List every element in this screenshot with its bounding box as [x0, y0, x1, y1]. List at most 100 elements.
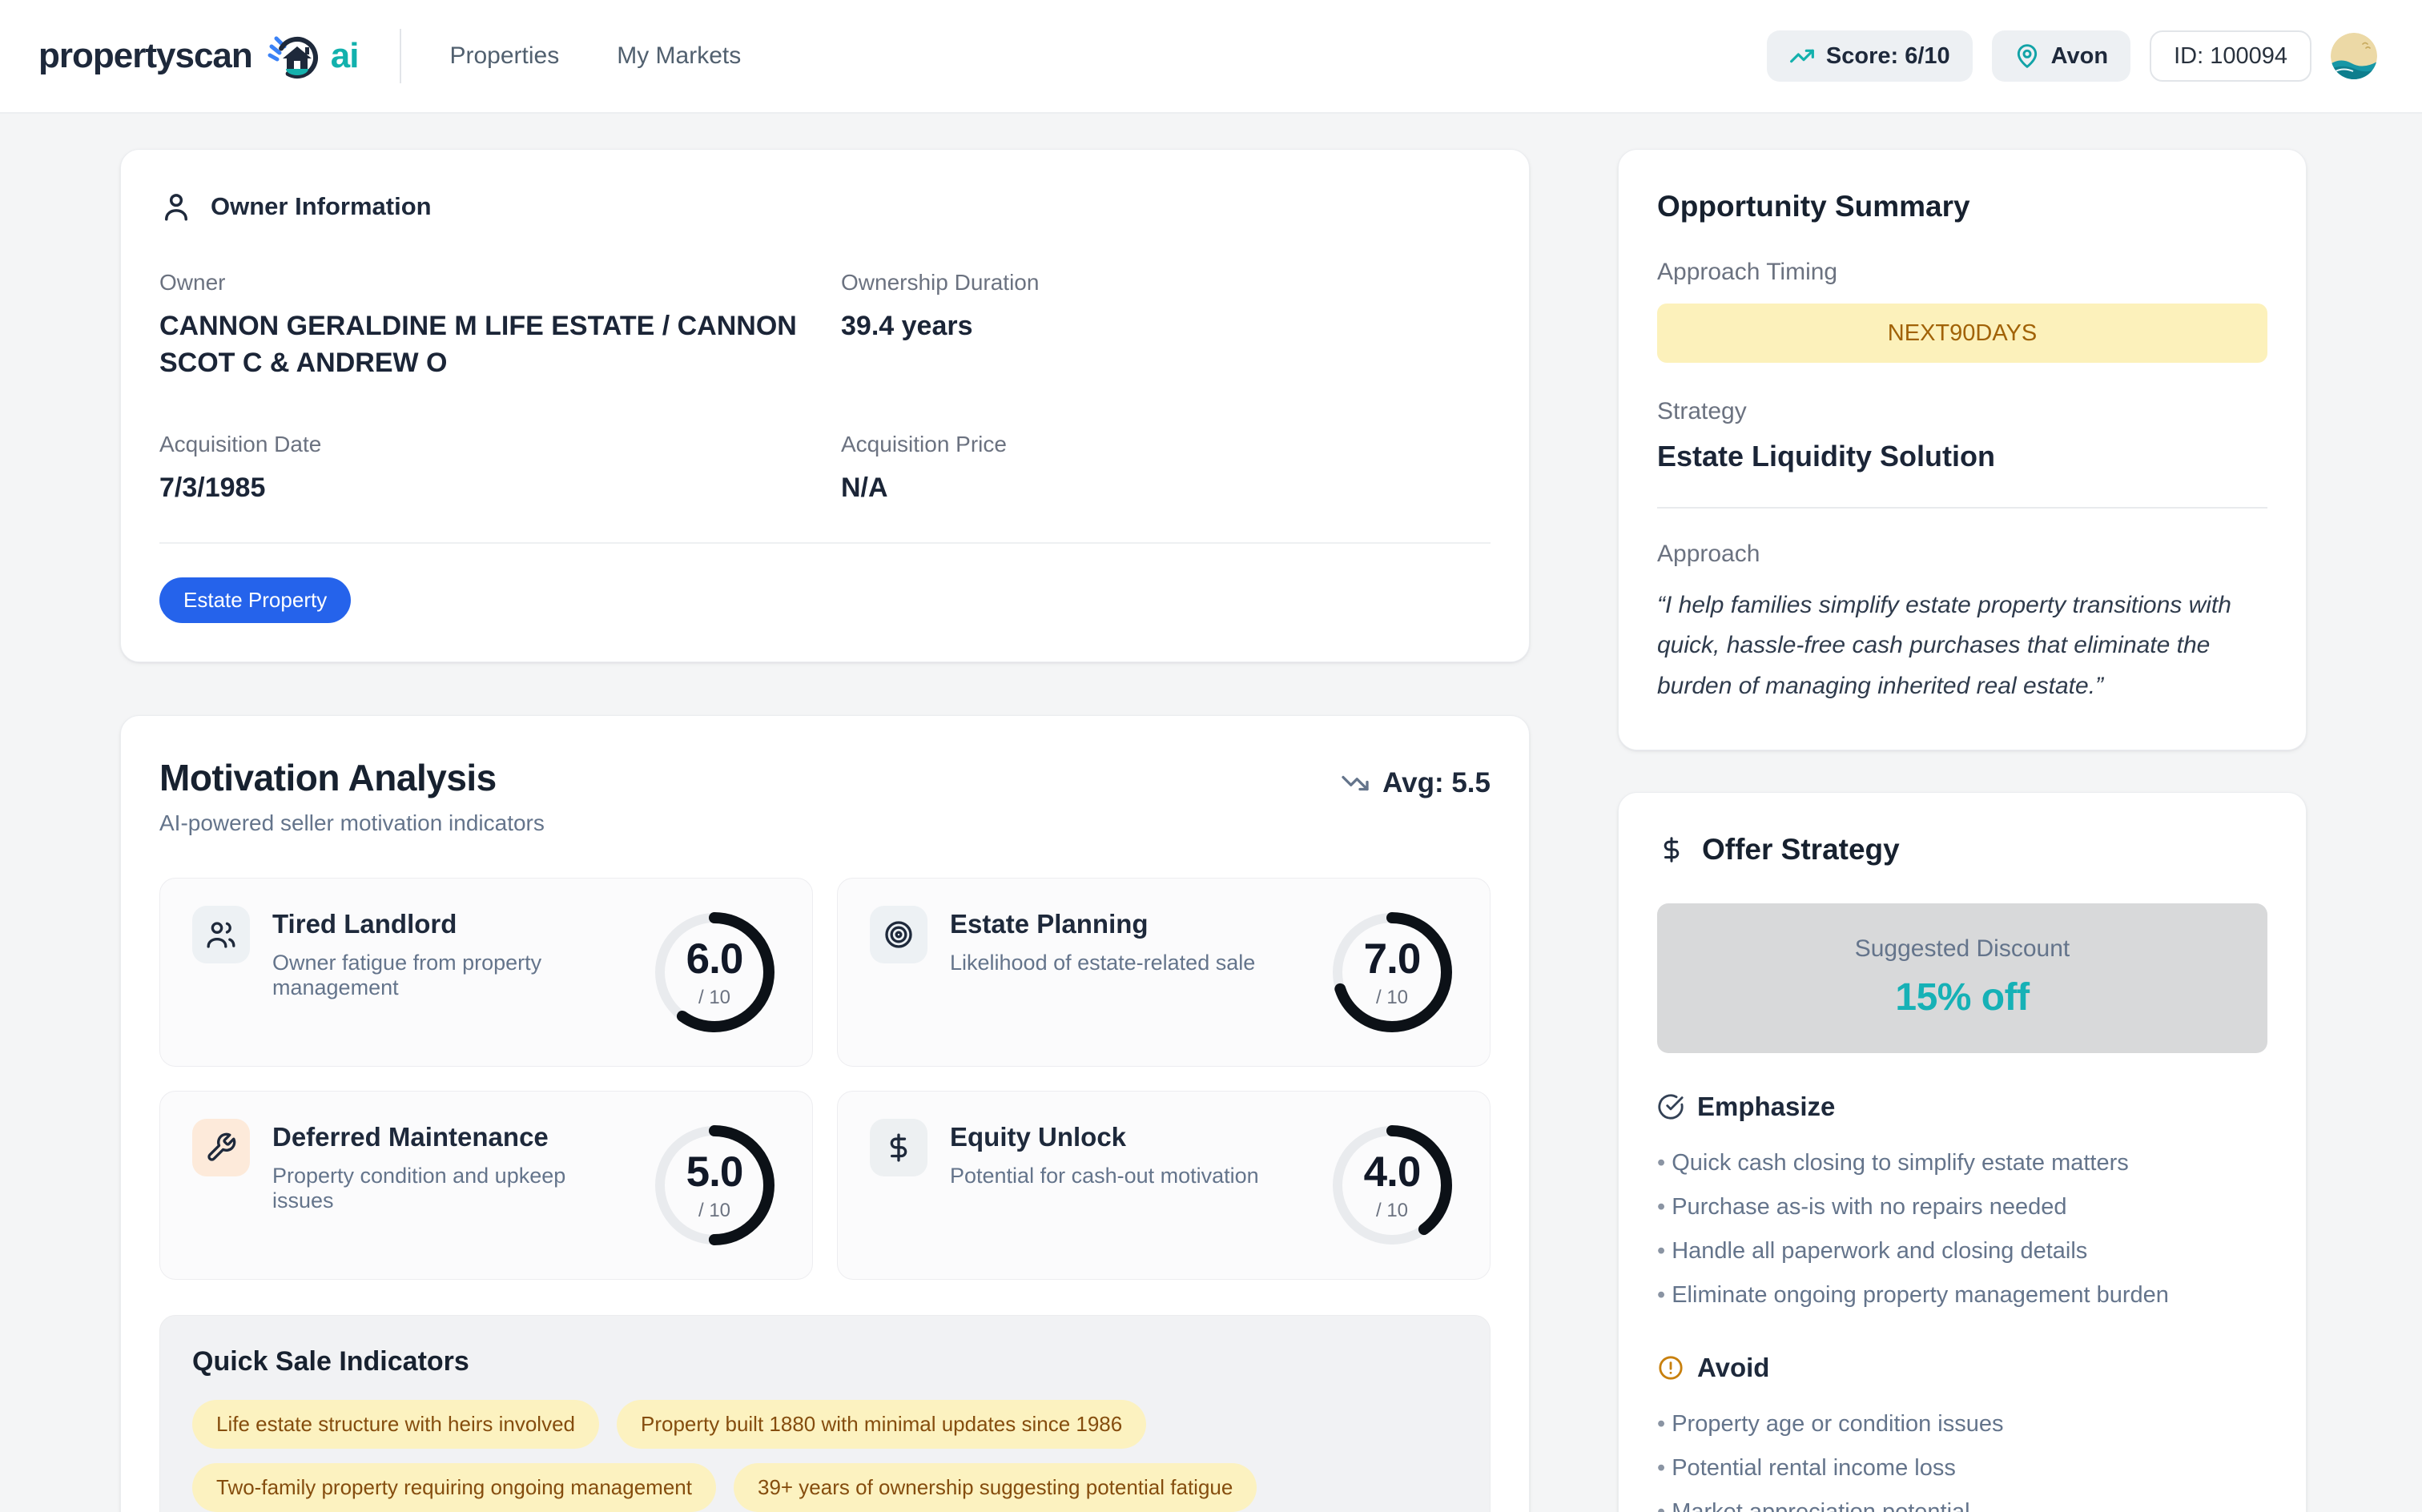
discount-label: Suggested Discount: [1673, 935, 2251, 963]
trending-down-icon: [1341, 769, 1370, 798]
score-gauge: 6.0 / 10: [649, 907, 780, 1038]
avoid-list: Property age or condition issues Potenti…: [1657, 1402, 2267, 1512]
score-gauge: 4.0 / 10: [1326, 1120, 1458, 1251]
estate-property-badge: Estate Property: [159, 577, 351, 623]
brand-logo[interactable]: propertyscan ai: [38, 27, 358, 85]
avoid-title: Avoid: [1697, 1353, 1769, 1383]
score-gauge: 7.0 / 10: [1326, 907, 1458, 1038]
field-value: 39.4 years: [841, 308, 1491, 345]
quick-sale-pill: Life estate structure with heirs involve…: [192, 1400, 599, 1449]
score-chip-label: Score: 6/10: [1826, 43, 1950, 70]
approach-quote: “I help families simplify estate propert…: [1657, 585, 2267, 706]
indicator-name: Deferred Maintenance: [272, 1122, 626, 1152]
emphasize-item: Eliminate ongoing property management bu…: [1657, 1273, 2267, 1317]
top-nav-bar: propertyscan ai Properties My Markets Sc…: [0, 0, 2422, 114]
indicator-name: Estate Planning: [950, 909, 1304, 939]
score-gauge: 5.0 / 10: [649, 1120, 780, 1251]
indicator-text: Equity Unlock Potential for cash-out mot…: [950, 1119, 1304, 1188]
trending-up-icon: [1789, 43, 1815, 69]
indicator-icon-box: [192, 906, 250, 963]
avatar-image: [2331, 33, 2377, 79]
gauge-denominator: / 10: [698, 987, 730, 1009]
divider: [159, 542, 1491, 544]
left-column: Owner Information Owner CANNON GERALDINE…: [120, 149, 1530, 1512]
emphasize-item: Handle all paperwork and closing details: [1657, 1229, 2267, 1273]
avoid-item: Market appreciation potential: [1657, 1490, 2267, 1512]
indicator-text: Deferred Maintenance Property condition …: [272, 1119, 626, 1213]
indicator-deferred-maintenance: Deferred Maintenance Property condition …: [159, 1091, 813, 1280]
brand-name: propertyscan: [38, 36, 252, 76]
gauge-score: 5.0: [686, 1148, 743, 1196]
gauge-score: 6.0: [686, 935, 743, 983]
offer-strategy-card: Offer Strategy Suggested Discount 15% of…: [1618, 792, 2307, 1512]
brand-suffix: ai: [331, 36, 359, 76]
nav-properties[interactable]: Properties: [449, 42, 559, 70]
field-value: 7/3/1985: [159, 470, 809, 507]
quick-sale-pill: Two-family property requiring ongoing ma…: [192, 1463, 716, 1512]
quick-sale-title: Quick Sale Indicators: [192, 1346, 1458, 1377]
avoid-header: Avoid: [1657, 1353, 2267, 1383]
emphasize-header: Emphasize: [1657, 1092, 2267, 1122]
emphasize-item: Quick cash closing to simplify estate ma…: [1657, 1141, 2267, 1185]
gauge-denominator: / 10: [698, 1200, 730, 1222]
avoid-item: Property age or condition issues: [1657, 1402, 2267, 1446]
offer-strategy-title: Offer Strategy: [1702, 833, 1900, 867]
quick-sale-pills: Life estate structure with heirs involve…: [192, 1400, 1458, 1512]
gauge-denominator: / 10: [1376, 987, 1408, 1009]
property-id-chip: ID: 100094: [2150, 30, 2311, 82]
owner-card-header: Owner Information: [159, 190, 1491, 223]
indicator-tired-landlord: Tired Landlord Owner fatigue from proper…: [159, 878, 813, 1067]
owner-information-card: Owner Information Owner CANNON GERALDINE…: [120, 149, 1530, 662]
location-chip-label: Avon: [2051, 43, 2108, 70]
nav-my-markets[interactable]: My Markets: [617, 42, 741, 70]
dollar-icon: [1657, 835, 1686, 864]
property-id-label: ID: 100094: [2174, 43, 2287, 70]
quick-sale-pill: Property built 1880 with minimal updates…: [617, 1400, 1146, 1449]
emphasize-title: Emphasize: [1697, 1092, 1835, 1122]
average-score-label: Avg: 5.5: [1382, 767, 1491, 799]
discount-value: 15% off: [1673, 975, 2251, 1019]
indicator-icon-box: [870, 1119, 927, 1176]
house-logo-icon: [265, 27, 323, 85]
indicator-estate-planning: Estate Planning Likelihood of estate-rel…: [837, 878, 1491, 1067]
emphasize-item: Purchase as-is with no repairs needed: [1657, 1185, 2267, 1229]
divider: [1657, 507, 2267, 509]
indicator-text: Tired Landlord Owner fatigue from proper…: [272, 906, 626, 1000]
location-chip: Avon: [1992, 30, 2130, 82]
field-value: N/A: [841, 470, 1491, 507]
motivation-header: Motivation Analysis AI-powered seller mo…: [159, 756, 1491, 836]
alert-circle-icon: [1657, 1354, 1684, 1381]
field-acquisition-date: Acquisition Date 7/3/1985: [159, 432, 809, 507]
field-label: Ownership Duration: [841, 270, 1491, 296]
quick-sale-pill: 39+ years of ownership suggesting potent…: [734, 1463, 1257, 1512]
strategy-label: Strategy: [1657, 398, 2267, 425]
gauge-denominator: / 10: [1376, 1200, 1408, 1222]
field-label: Acquisition Price: [841, 432, 1491, 457]
strategy-value: Estate Liquidity Solution: [1657, 440, 2267, 473]
opportunity-summary-card: Opportunity Summary Approach Timing NEXT…: [1618, 149, 2307, 750]
motivation-subtitle: AI-powered seller motivation indicators: [159, 810, 545, 836]
indicator-description: Property condition and upkeep issues: [272, 1164, 626, 1213]
map-pin-icon: [2014, 43, 2040, 69]
gauge-score: 4.0: [1364, 1148, 1421, 1196]
quick-sale-indicators: Quick Sale Indicators Life estate struct…: [159, 1315, 1491, 1512]
approach-timing-label: Approach Timing: [1657, 259, 2267, 286]
motivation-title: Motivation Analysis: [159, 756, 545, 799]
indicator-icon-box: [192, 1119, 250, 1176]
field-acquisition-price: Acquisition Price N/A: [841, 432, 1491, 507]
owner-fields: Owner CANNON GERALDINE M LIFE ESTATE / C…: [159, 270, 1491, 507]
header-divider: [400, 29, 401, 83]
indicator-name: Tired Landlord: [272, 909, 626, 939]
main-nav: Properties My Markets: [449, 42, 741, 70]
header-right: Score: 6/10 Avon ID: 100094: [1767, 30, 2377, 82]
user-avatar[interactable]: [2331, 33, 2377, 79]
avoid-item: Potential rental income loss: [1657, 1446, 2267, 1490]
indicator-description: Potential for cash-out motivation: [950, 1164, 1304, 1188]
score-chip: Score: 6/10: [1767, 30, 1973, 82]
indicator-grid: Tired Landlord Owner fatigue from proper…: [159, 878, 1491, 1280]
check-circle-icon: [1657, 1093, 1684, 1120]
dollar-icon: [883, 1132, 915, 1164]
person-icon: [159, 190, 193, 223]
indicator-name: Equity Unlock: [950, 1122, 1304, 1152]
indicator-text: Estate Planning Likelihood of estate-rel…: [950, 906, 1304, 975]
